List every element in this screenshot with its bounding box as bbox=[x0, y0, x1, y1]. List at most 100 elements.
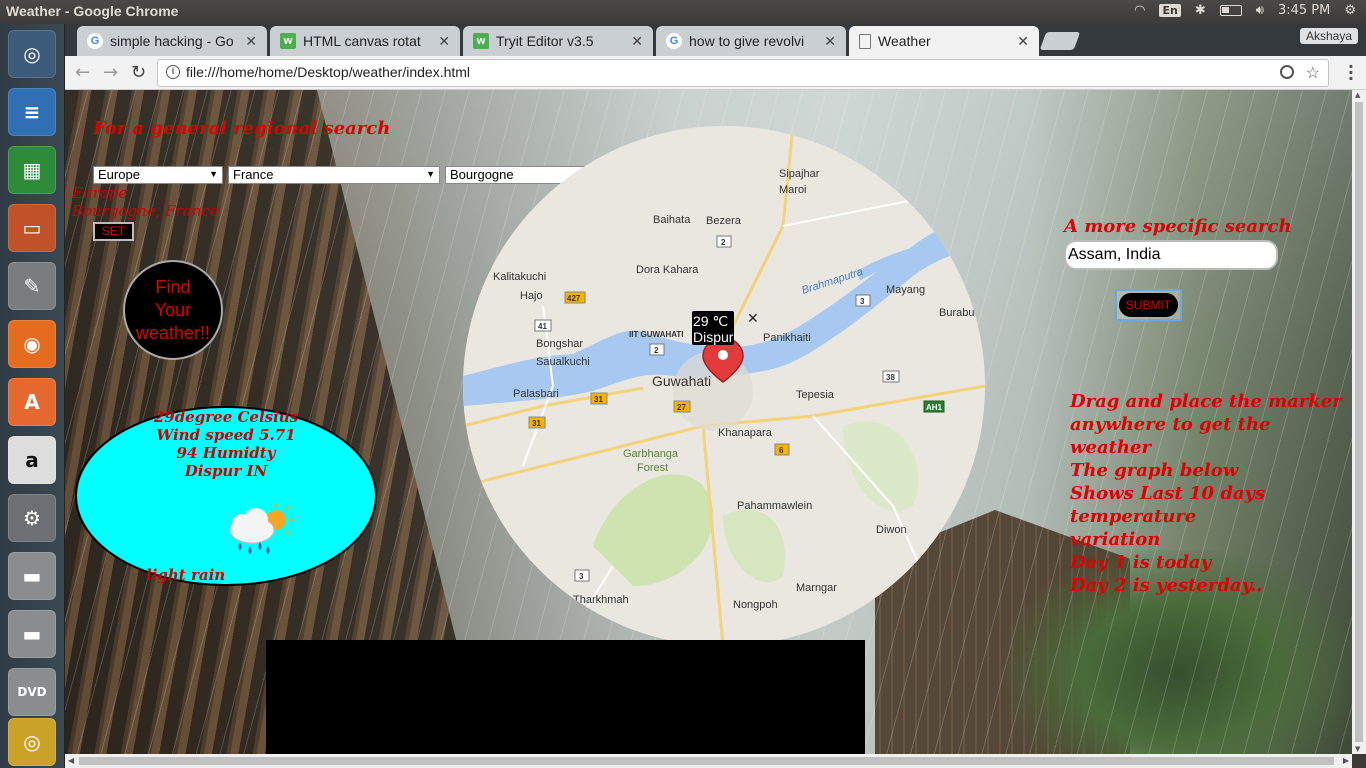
instructions-text: Drag and place the marker anywhere to ge… bbox=[1070, 391, 1342, 596]
tab-simple-hacking[interactable]: G simple hacking - Go ✕ bbox=[77, 26, 267, 56]
dvd-icon[interactable]: DVD bbox=[8, 668, 56, 716]
map-label: Marngar bbox=[796, 582, 837, 594]
country-select[interactable]: France ▼ bbox=[228, 166, 440, 184]
close-icon[interactable]: ✕ bbox=[824, 33, 836, 50]
scroll-thumb[interactable] bbox=[1355, 102, 1363, 742]
weather-description: light rain bbox=[146, 566, 226, 584]
continent-select[interactable]: Europe ▼ bbox=[93, 166, 223, 184]
map-label: Baihata bbox=[653, 214, 691, 226]
map-label: Mayang bbox=[886, 284, 925, 296]
map-label: Tepesia bbox=[796, 389, 835, 401]
map-label: Garbhanga bbox=[623, 448, 679, 460]
road-badge: 427 bbox=[567, 294, 581, 303]
map-canvas[interactable]: Sipajhar Maroi Baihata Bezera Dora Kahar… bbox=[463, 126, 985, 646]
amazon-icon[interactable]: a bbox=[8, 436, 56, 484]
map-label: IIT GUWAHATI bbox=[629, 330, 684, 339]
calc-icon[interactable]: ▦ bbox=[8, 146, 56, 194]
volume-icon[interactable]: 🔊︎ bbox=[1256, 3, 1264, 18]
chosen-region: Bourgogne, France bbox=[72, 202, 219, 220]
scroll-right-icon[interactable]: ▶ bbox=[1343, 756, 1349, 765]
road-badge: 3 bbox=[860, 297, 865, 306]
chrome-icon[interactable]: ◎ bbox=[8, 718, 56, 766]
wifi-icon[interactable]: ◠ bbox=[1134, 3, 1145, 18]
page-icon bbox=[859, 33, 871, 49]
bluetooth-icon[interactable]: ✱ bbox=[1195, 3, 1206, 18]
submit-button[interactable]: SUBMIT bbox=[1119, 293, 1178, 317]
software-center-icon[interactable]: A bbox=[8, 378, 56, 426]
w3-icon: w bbox=[473, 33, 489, 49]
writer-icon[interactable]: ≡ bbox=[8, 88, 56, 136]
new-tab-button[interactable] bbox=[1039, 32, 1081, 50]
tab-weather[interactable]: Weather ✕ bbox=[849, 26, 1039, 56]
map-info-window: 29 ℃ Dispur bbox=[692, 311, 734, 345]
back-icon[interactable]: ← bbox=[75, 62, 90, 83]
submit-focus-ring: SUBMIT bbox=[1115, 289, 1182, 321]
system-tray: ◠ En ✱ 🔊︎ 3:45 PM ⚙ bbox=[1134, 3, 1356, 18]
close-icon[interactable]: ✕ bbox=[1017, 33, 1029, 50]
map[interactable]: Sipajhar Maroi Baihata Bezera Dora Kahar… bbox=[463, 126, 985, 646]
map-label: Guwahati bbox=[652, 373, 711, 389]
clock[interactable]: 3:45 PM bbox=[1278, 3, 1330, 18]
reload-icon[interactable]: ↻ bbox=[131, 62, 146, 83]
find-weather-button[interactable]: Find Your weather!! bbox=[123, 260, 223, 360]
menu-icon[interactable]: · · · bbox=[1348, 59, 1354, 87]
url-text: file:///home/home/Desktop/weather/index.… bbox=[186, 64, 471, 80]
road-badge: 27 bbox=[677, 403, 686, 412]
drive-icon[interactable]: ▬ bbox=[8, 610, 56, 658]
scroll-thumb[interactable] bbox=[79, 757, 1334, 765]
dash-home-icon[interactable]: ◎ bbox=[8, 30, 56, 78]
location-icon[interactable] bbox=[1280, 65, 1294, 79]
google-icon: G bbox=[87, 33, 103, 49]
star-icon[interactable]: ☆ bbox=[1306, 63, 1320, 83]
road-badge: AH1 bbox=[926, 403, 943, 412]
map-attribution: Map data ©2017 Google bbox=[864, 635, 969, 645]
text-editor-icon[interactable]: ✎ bbox=[8, 262, 56, 310]
map-label: Maroi bbox=[779, 184, 807, 196]
map-label: Panikhaiti bbox=[763, 332, 811, 344]
set-button[interactable]: SET bbox=[93, 222, 134, 241]
horizontal-scrollbar[interactable]: ◀ ▶ bbox=[65, 754, 1352, 768]
specific-search-title: A more specific search bbox=[1064, 216, 1292, 237]
drive-icon[interactable]: ▬ bbox=[8, 552, 56, 600]
close-icon[interactable]: ✕ bbox=[245, 33, 257, 50]
road-badge: 31 bbox=[594, 395, 603, 404]
profile-button[interactable]: Akshaya bbox=[1299, 28, 1358, 44]
tab-html-canvas[interactable]: w HTML canvas rotat ✕ bbox=[270, 26, 460, 56]
forward-icon[interactable]: → bbox=[103, 62, 118, 83]
battery-icon[interactable] bbox=[1219, 5, 1242, 16]
close-icon[interactable]: ✕ bbox=[438, 33, 450, 50]
scroll-down-icon[interactable]: ▼ bbox=[1355, 745, 1360, 753]
gear-icon[interactable]: ⚙ bbox=[1344, 3, 1356, 18]
tab-revolving[interactable]: G how to give revolvi ✕ bbox=[656, 26, 846, 56]
road-badge: 6 bbox=[779, 446, 784, 455]
temperature-graph-canvas bbox=[266, 640, 865, 754]
close-icon[interactable]: ✕ bbox=[747, 311, 759, 327]
tab-tryit-editor[interactable]: w Tryit Editor v3.5 ✕ bbox=[463, 26, 653, 56]
map-label: Hajo bbox=[520, 290, 543, 302]
launcher: ◎ ≡ ▦ ▭ ✎ ◉ A a ⚙ ▬ ▬ DVD ◎ bbox=[0, 24, 65, 768]
tab-strip: G simple hacking - Go ✕ w HTML canvas ro… bbox=[65, 24, 1366, 56]
keyboard-language[interactable]: En bbox=[1159, 4, 1181, 17]
map-label: Pahammawlein bbox=[737, 500, 812, 512]
map-label: Khanapara bbox=[718, 427, 773, 439]
humidity-text: 94 Humidty bbox=[176, 444, 276, 462]
dropdown-arrow-icon: ▼ bbox=[426, 169, 435, 179]
dropdown-arrow-icon: ▼ bbox=[209, 169, 218, 179]
scroll-left-icon[interactable]: ◀ bbox=[68, 756, 74, 765]
map-label: Forest bbox=[637, 462, 668, 474]
info-icon[interactable]: i bbox=[166, 65, 180, 79]
scroll-up-icon[interactable]: ▲ bbox=[1355, 91, 1360, 99]
address-bar[interactable]: i file:///home/home/Desktop/weather/inde… bbox=[157, 59, 1329, 87]
location-search-input[interactable] bbox=[1064, 240, 1278, 270]
vertical-scrollbar[interactable]: ▲ ▼ bbox=[1352, 90, 1366, 754]
map-label: Bongshar bbox=[536, 338, 583, 350]
road-badge: 41 bbox=[538, 322, 547, 331]
map-label: Sipajhar bbox=[779, 168, 820, 180]
firefox-icon[interactable]: ◉ bbox=[8, 320, 56, 368]
settings-icon[interactable]: ⚙ bbox=[8, 494, 56, 542]
page-viewport: For a general regional search Europe ▼ Fr… bbox=[65, 90, 1352, 754]
w3-icon: w bbox=[280, 33, 296, 49]
impress-icon[interactable]: ▭ bbox=[8, 204, 56, 252]
road-badge: 2 bbox=[654, 346, 659, 355]
close-icon[interactable]: ✕ bbox=[631, 33, 643, 50]
